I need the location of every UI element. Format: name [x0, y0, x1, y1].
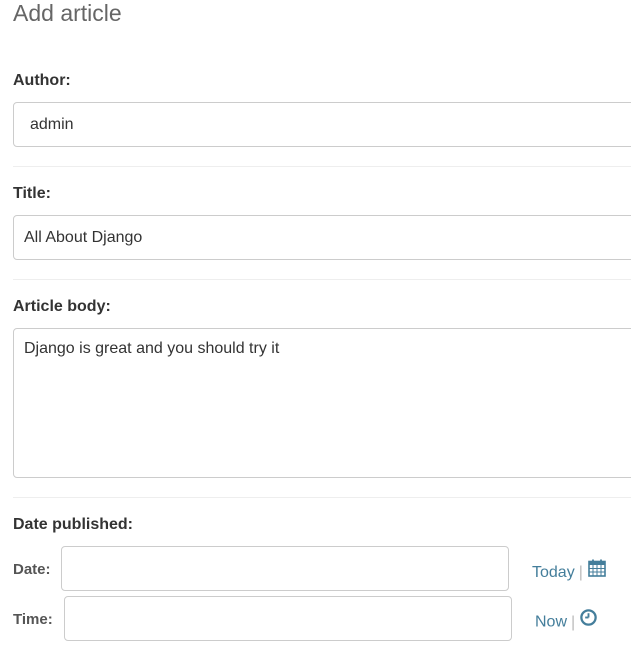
title-field[interactable] — [13, 215, 631, 260]
time-input[interactable] — [64, 596, 512, 641]
article-body-label: Article body: — [13, 298, 111, 315]
title-label: Title: — [13, 185, 51, 202]
divider — [13, 497, 631, 498]
article-body-field[interactable]: Django is great and you should try it — [13, 328, 631, 478]
date-label: Date: — [13, 561, 51, 578]
time-label: Time: — [13, 611, 53, 628]
date-shortcuts: Today | — [532, 558, 607, 586]
time-shortcuts: Now | — [535, 608, 598, 635]
today-link[interactable]: Today — [532, 564, 575, 581]
now-link[interactable]: Now — [535, 614, 567, 631]
add-article-page: Add article Author: Title: Article body:… — [0, 0, 631, 647]
divider — [13, 279, 631, 280]
divider — [13, 166, 631, 167]
date-published-label: Date published: — [13, 516, 134, 533]
separator: | — [571, 613, 576, 631]
calendar-icon[interactable] — [587, 558, 607, 584]
page-title: Add article — [13, 0, 122, 26]
clock-icon[interactable] — [579, 608, 598, 633]
author-label: Author: — [13, 72, 71, 89]
separator: | — [578, 564, 583, 582]
author-field[interactable] — [13, 102, 631, 147]
date-input[interactable] — [61, 546, 509, 591]
